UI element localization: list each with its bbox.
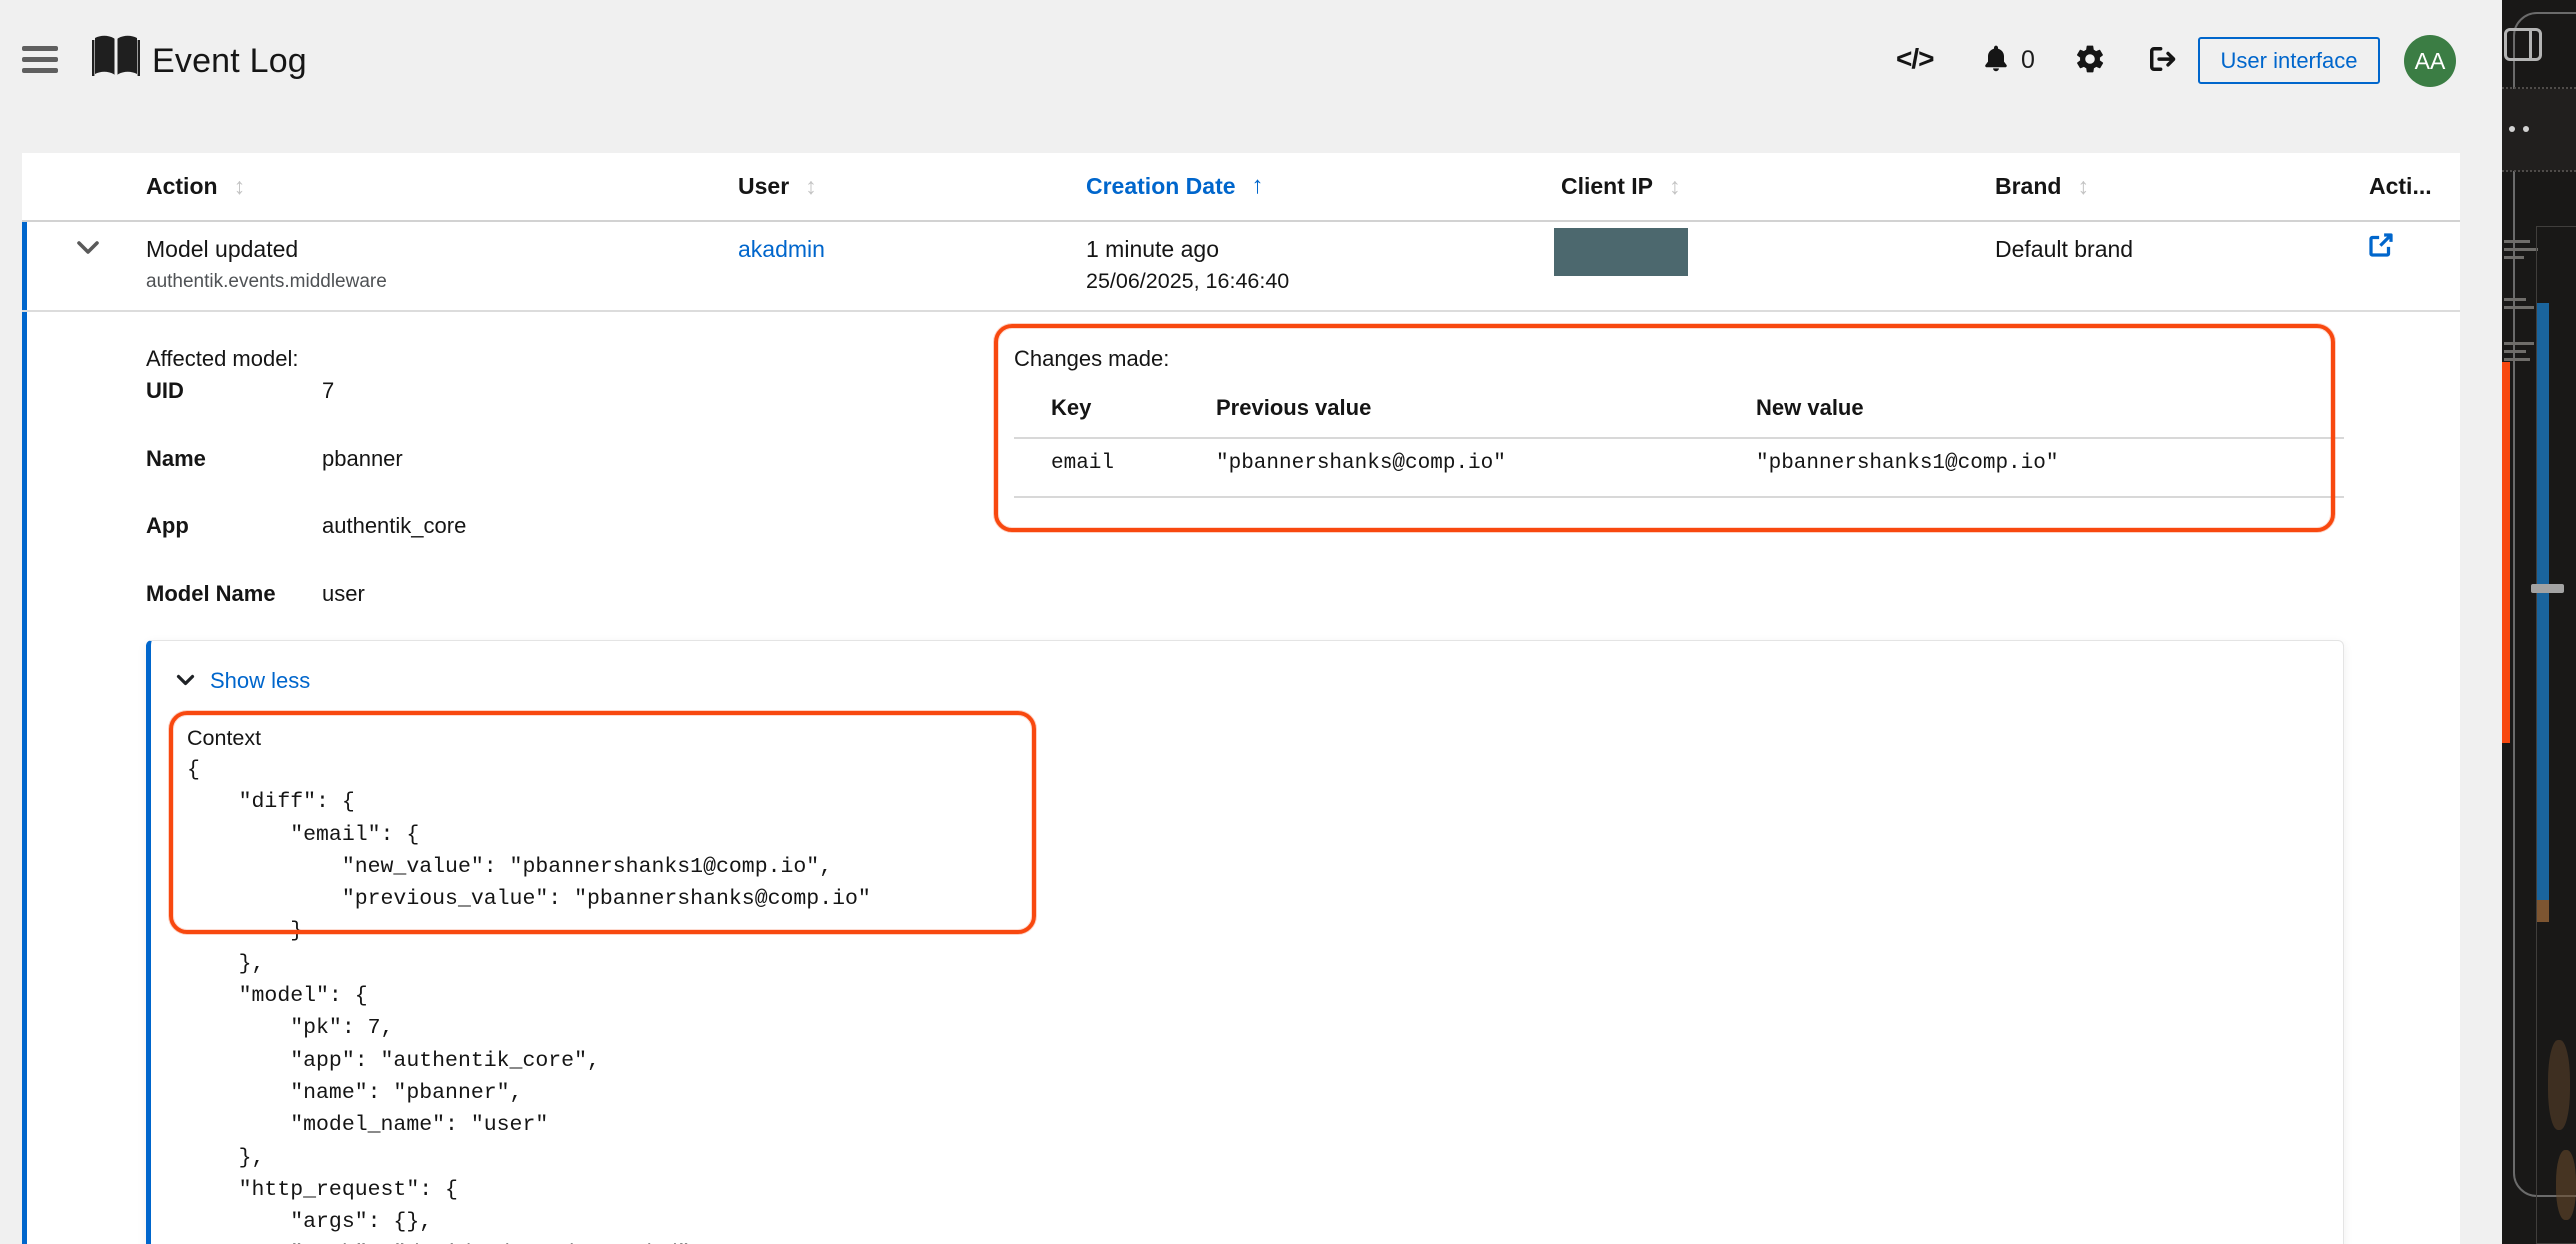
blue-scrollbar-bar (2537, 303, 2549, 900)
field-value-model-name: user (322, 581, 365, 607)
user-interface-button[interactable]: User interface (2198, 37, 2380, 84)
context-json-code: { "diff": { "email": { "new_value": "pba… (187, 754, 871, 1244)
event-user-link[interactable]: akadmin (738, 236, 825, 263)
field-label-model-name: Model Name (146, 581, 276, 607)
show-less-chevron-icon[interactable] (176, 674, 195, 692)
ellipsis-dot (2509, 126, 2515, 132)
column-header-brand[interactable]: Brand ↕ (1995, 168, 2089, 204)
avatar[interactable]: AA (2404, 35, 2456, 87)
window-columns-icon (2504, 28, 2542, 61)
field-value-name: pbanner (322, 446, 403, 472)
divider (2502, 170, 2576, 172)
sign-out-icon[interactable] (2146, 43, 2178, 80)
column-header-client-ip[interactable]: Client IP ↕ (1561, 168, 1681, 204)
changes-row-previous-value: "pbannershanks@comp.io" (1216, 452, 1506, 475)
event-log-page: Event Log </> 0 User interface AA Action… (0, 0, 2576, 1244)
settings-gear-icon[interactable] (2074, 43, 2106, 80)
sort-icon[interactable]: ↕ (234, 173, 246, 200)
open-event-share-icon[interactable] (2366, 230, 2396, 265)
changes-row-key: email (1051, 452, 1114, 475)
field-label-uid: UID (146, 378, 184, 404)
field-label-name: Name (146, 446, 206, 472)
field-label-app: App (146, 513, 189, 539)
divider (22, 310, 2460, 312)
changes-col-new: New value (1756, 395, 1864, 421)
show-less-toggle[interactable]: Show less (210, 668, 310, 694)
event-brand: Default brand (1995, 236, 2133, 263)
divider (1014, 437, 2344, 439)
changes-col-previous: Previous value (1216, 395, 1371, 421)
orange-marker-bar (2502, 362, 2510, 743)
context-label: Context (187, 726, 261, 751)
sort-ascending-icon[interactable]: ↑ (1252, 172, 1264, 200)
book-icon (92, 33, 140, 84)
affected-model-label: Affected model: (146, 346, 298, 372)
event-created-relative: 1 minute ago (1086, 236, 1219, 263)
notifications-bell-icon[interactable] (1980, 43, 2012, 80)
event-action-title: Model updated (146, 236, 298, 263)
field-value-uid: 7 (322, 378, 334, 404)
changes-row-new-value: "pbannershanks1@comp.io" (1756, 452, 2058, 475)
column-header-action[interactable]: Action ↕ (146, 168, 245, 204)
background-window-edge (2502, 0, 2576, 1244)
sort-icon[interactable]: ↕ (1669, 173, 1681, 200)
divider (22, 220, 2460, 222)
page-title: Event Log (152, 42, 307, 81)
sort-icon[interactable]: ↕ (2077, 173, 2089, 200)
changes-col-key: Key (1051, 395, 1091, 421)
column-header-creation-date[interactable]: Creation Date ↑ (1086, 168, 1264, 204)
scrollbar-tip (2537, 900, 2549, 922)
api-code-icon[interactable]: </> (1896, 43, 1933, 75)
changes-made-label: Changes made: (1014, 346, 1169, 372)
event-created-absolute: 25/06/2025, 16:46:40 (1086, 269, 1289, 294)
column-header-actions: Acti... (2369, 168, 2432, 204)
field-value-app: authentik_core (322, 513, 466, 539)
ellipsis-dot (2523, 126, 2529, 132)
expanded-row-accent-border (22, 222, 27, 1244)
client-ip-redacted-box (1554, 228, 1688, 276)
divider (1014, 496, 2344, 498)
row-expand-chevron-icon[interactable] (76, 240, 100, 260)
sort-icon[interactable]: ↕ (805, 173, 817, 200)
event-action-subtitle: authentik.events.middleware (146, 271, 387, 293)
scrollbar-handle[interactable] (2531, 584, 2564, 593)
column-header-user[interactable]: User ↕ (738, 168, 817, 204)
top-header-bar: Event Log </> 0 User interface AA (0, 0, 2502, 153)
hamburger-menu-icon[interactable] (22, 46, 58, 72)
notification-count: 0 (2021, 46, 2035, 75)
